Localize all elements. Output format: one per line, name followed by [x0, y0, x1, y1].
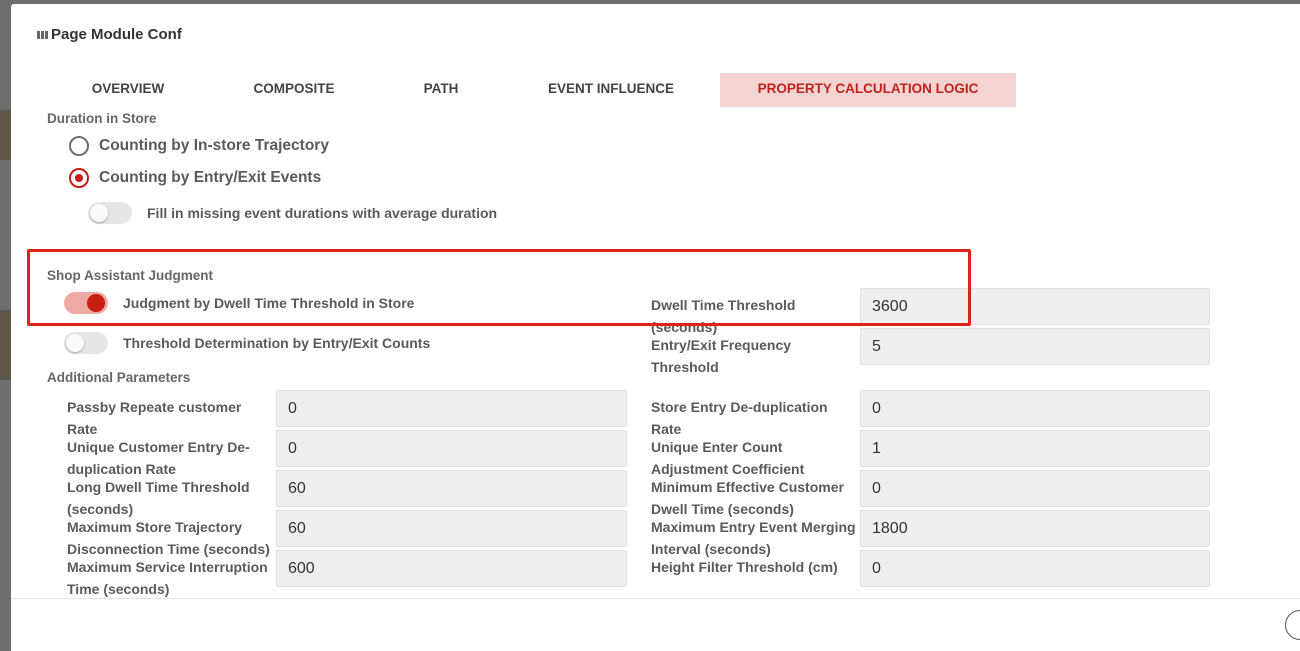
- fill-missing-durations-toggle[interactable]: [88, 202, 132, 224]
- height-filter-threshold-label: Height Filter Threshold (cm): [651, 556, 838, 578]
- fill-missing-durations-label: Fill in missing event durations with ave…: [147, 205, 498, 221]
- max-entry-merging-interval-input[interactable]: [860, 510, 1210, 547]
- frequency-threshold-label: Entry/Exit Frequency Threshold: [651, 334, 791, 378]
- footer-button[interactable]: [1285, 610, 1300, 640]
- dwell-time-judgment-toggle[interactable]: [64, 292, 108, 314]
- long-dwell-threshold-label: Long Dwell Time Threshold (seconds): [67, 476, 250, 520]
- label-line: Maximum Service Interruption: [67, 559, 268, 575]
- unique-enter-count-coefficient-input[interactable]: [860, 430, 1210, 467]
- label-line: Minimum Effective Customer: [651, 479, 844, 495]
- label-line: Time (seconds): [67, 581, 170, 597]
- dwell-time-judgment-label: Judgment by Dwell Time Threshold in Stor…: [123, 295, 415, 311]
- modal-title: Page Module Conf: [51, 26, 182, 43]
- max-trajectory-disconnection-label: Maximum Store Trajectory Disconnection T…: [67, 516, 270, 560]
- unique-entry-dedup-rate-label: Unique Customer Entry De- duplication Ra…: [67, 436, 250, 480]
- tab-composite[interactable]: COMPOSITE: [224, 73, 364, 107]
- unique-entry-dedup-rate-input[interactable]: [276, 430, 627, 467]
- radio-label: Counting by In-store Trajectory: [99, 137, 329, 154]
- modal-header: Page Module Conf: [11, 4, 1300, 65]
- max-service-interruption-label: Maximum Service Interruption Time (secon…: [67, 556, 268, 600]
- passby-repeat-rate-label: Passby Repeate customer Rate: [67, 396, 241, 440]
- tab-overview[interactable]: OVERVIEW: [63, 73, 193, 107]
- label-line: Long Dwell Time Threshold: [67, 479, 250, 495]
- store-entry-dedup-rate-label: Store Entry De-duplication Rate: [651, 396, 828, 440]
- entry-exit-count-toggle[interactable]: [64, 332, 108, 354]
- long-dwell-threshold-input[interactable]: [276, 470, 627, 507]
- label-line: Dwell Time Threshold: [651, 297, 796, 313]
- min-effective-dwell-input[interactable]: [860, 470, 1210, 507]
- toggle-knob: [66, 334, 84, 352]
- bars-icon: [37, 31, 48, 39]
- radio-button[interactable]: [69, 168, 89, 188]
- duration-section-label: Duration in Store: [47, 111, 157, 126]
- frequency-threshold-input[interactable]: [860, 328, 1210, 365]
- store-entry-dedup-rate-input[interactable]: [860, 390, 1210, 427]
- label-line: Entry/Exit Frequency: [651, 337, 792, 353]
- min-effective-dwell-label: Minimum Effective Customer Dwell Time (s…: [651, 476, 844, 520]
- radio-label: Counting by Entry/Exit Events: [99, 169, 322, 186]
- radio-button[interactable]: [69, 136, 89, 156]
- toggle-knob: [90, 204, 108, 222]
- dwell-threshold-input[interactable]: [860, 288, 1210, 325]
- radio-entry-exit-events[interactable]: Counting by Entry/Exit Events: [69, 168, 321, 188]
- label-line: Height Filter Threshold (cm): [651, 559, 838, 575]
- entry-exit-count-label: Threshold Determination by Entry/Exit Co…: [123, 335, 431, 351]
- label-line: Passby Repeate customer: [67, 399, 242, 415]
- passby-repeat-rate-input[interactable]: [276, 390, 627, 427]
- modal-footer: [11, 598, 1300, 651]
- tab-property-calculation-logic[interactable]: PROPERTY CALCULATION LOGIC: [720, 73, 1016, 107]
- height-filter-threshold-input[interactable]: [860, 550, 1210, 587]
- config-modal: Page Module Conf OVERVIEW COMPOSITE PATH…: [11, 4, 1300, 651]
- unique-enter-count-coefficient-label: Unique Enter Count Adjustment Coefficien…: [651, 436, 804, 480]
- radio-in-store-trajectory[interactable]: Counting by In-store Trajectory: [69, 136, 329, 156]
- assistant-section-label: Shop Assistant Judgment: [47, 268, 214, 283]
- max-entry-merging-interval-label: Maximum Entry Event Merging Interval (se…: [651, 516, 856, 560]
- tab-bar: OVERVIEW COMPOSITE PATH EVENT INFLUENCE …: [11, 73, 1300, 107]
- additional-section-label: Additional Parameters: [47, 370, 191, 385]
- max-service-interruption-input[interactable]: [276, 550, 627, 587]
- tab-path[interactable]: PATH: [391, 73, 491, 107]
- label-line: Threshold: [651, 359, 719, 375]
- label-line: Unique Enter Count: [651, 439, 783, 455]
- toggle-knob: [87, 294, 105, 312]
- highlight-annotation-box: [27, 249, 971, 326]
- label-line: Maximum Entry Event Merging: [651, 519, 856, 535]
- label-line: Maximum Store Trajectory: [67, 519, 243, 535]
- label-line: Store Entry De-duplication: [651, 399, 828, 415]
- dwell-threshold-label: Dwell Time Threshold (seconds): [651, 294, 795, 338]
- max-trajectory-disconnection-input[interactable]: [276, 510, 627, 547]
- tab-event-influence[interactable]: EVENT INFLUENCE: [521, 73, 701, 107]
- label-line: Unique Customer Entry De-: [67, 439, 250, 455]
